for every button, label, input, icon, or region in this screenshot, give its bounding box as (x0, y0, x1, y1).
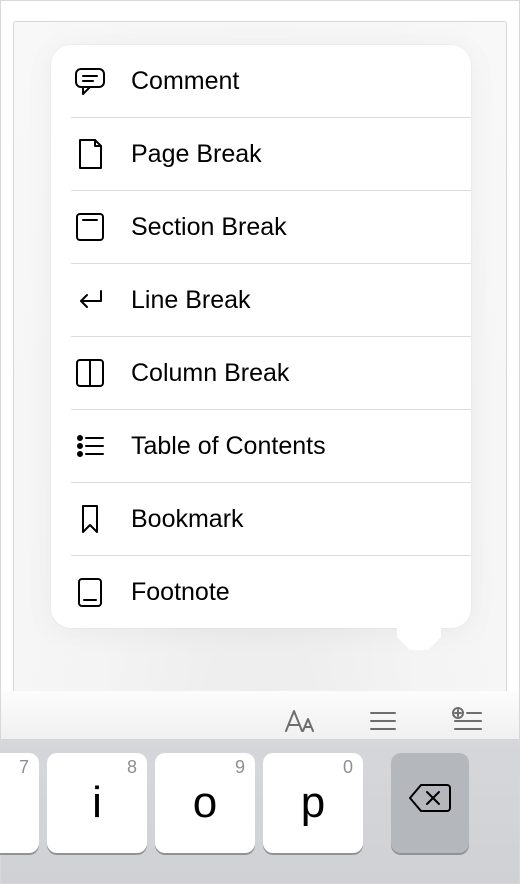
key-label: o (193, 778, 217, 828)
keyboard-row: 7 u 8 i 9 o 0 p (1, 739, 519, 883)
menu-item-label: Column Break (131, 359, 289, 388)
menu-item-column-break[interactable]: Column Break (71, 336, 471, 409)
menu-item-section-break[interactable]: Section Break (71, 190, 471, 263)
menu-item-comment[interactable]: Comment (51, 45, 471, 117)
key-hint: 9 (235, 757, 245, 778)
menu-item-label: Section Break (131, 213, 287, 242)
popover-tail (397, 628, 441, 650)
comment-icon (73, 64, 107, 98)
paragraph-icon (365, 703, 401, 744)
key-backspace[interactable] (391, 753, 469, 853)
key-hint: 0 (343, 757, 353, 778)
key-hint: 8 (127, 757, 137, 778)
key-label: i (92, 778, 102, 828)
key-o[interactable]: 9 o (155, 753, 255, 853)
menu-item-line-break[interactable]: Line Break (71, 263, 471, 336)
key-p[interactable]: 0 p (263, 753, 363, 853)
bookmark-icon (73, 502, 107, 536)
menu-item-page-break[interactable]: Page Break (71, 117, 471, 190)
screen: Comment Page Break Sec (0, 0, 520, 884)
key-u[interactable]: 7 u (0, 753, 39, 853)
key-label: p (301, 778, 325, 828)
section-break-icon (73, 210, 107, 244)
toc-icon (73, 429, 107, 463)
insert-icon (449, 703, 485, 744)
menu-item-label: Comment (131, 67, 239, 96)
key-label: u (0, 778, 1, 828)
menu-item-label: Footnote (131, 578, 230, 607)
insert-menu-popover: Comment Page Break Sec (51, 45, 471, 628)
key-i[interactable]: 8 i (47, 753, 147, 853)
menu-item-table-of-contents[interactable]: Table of Contents (71, 409, 471, 482)
menu-item-label: Line Break (131, 286, 251, 315)
menu-item-footnote[interactable]: Footnote (71, 555, 471, 628)
column-break-icon (73, 356, 107, 390)
menu-item-label: Table of Contents (131, 432, 326, 461)
delete-left-icon (407, 775, 453, 832)
key-hint: 7 (19, 757, 29, 778)
line-break-icon (73, 283, 107, 317)
menu-item-bookmark[interactable]: Bookmark (71, 482, 471, 555)
menu-item-label: Page Break (131, 140, 262, 169)
footnote-icon (73, 575, 107, 609)
page-break-icon (73, 137, 107, 171)
menu-item-label: Bookmark (131, 505, 244, 534)
text-size-icon (281, 703, 317, 744)
